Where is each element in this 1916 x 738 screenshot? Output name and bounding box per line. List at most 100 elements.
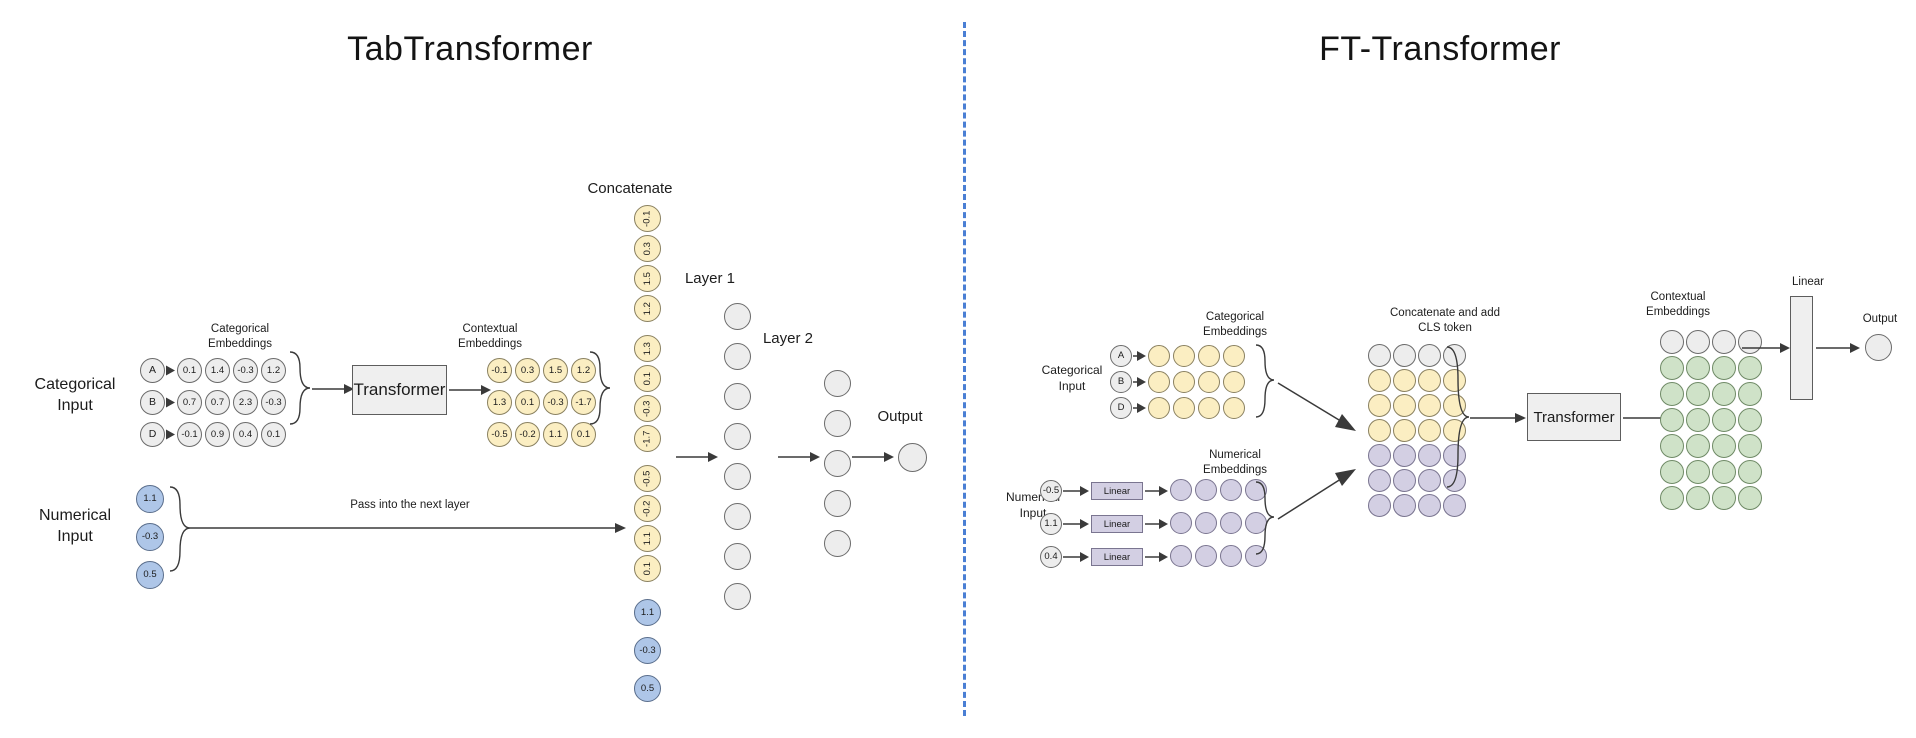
node-value: 1.2 xyxy=(641,301,653,316)
node-value: 0.1 xyxy=(576,428,591,440)
concat-node-categorical xyxy=(1368,419,1391,442)
ctx-node-token xyxy=(1660,382,1684,406)
layer1-unit xyxy=(724,423,751,450)
left-output-label: Output xyxy=(877,408,923,425)
linear-box-label: Linear xyxy=(1103,518,1131,530)
left-pass-label: Pass into the next layer xyxy=(350,499,470,511)
right-transformer-box[interactable]: Transformer xyxy=(1527,393,1621,441)
concat-node-numerical xyxy=(1443,494,1466,517)
ctx-node-token xyxy=(1660,356,1684,380)
ctx-node-token xyxy=(1712,356,1736,380)
ctx-node-token xyxy=(1686,460,1710,484)
node-value: 0.1 xyxy=(266,428,281,440)
numerical-input-node: -0.3 xyxy=(136,523,164,551)
layer1-unit xyxy=(724,543,751,570)
linear-box[interactable]: Linear xyxy=(1091,515,1143,533)
cat-embedding-node: -0.3 xyxy=(233,358,258,383)
layer2-unit xyxy=(824,450,851,477)
ctx-node-token xyxy=(1686,486,1710,510)
cat-embedding-node xyxy=(1198,397,1220,419)
concat-node-categorical xyxy=(1368,369,1391,392)
ctx-node-cls xyxy=(1712,330,1736,354)
concat-node: 1.2 xyxy=(634,295,661,322)
layer1-unit xyxy=(724,503,751,530)
node-value: D xyxy=(148,428,157,441)
ctx-node-token xyxy=(1738,356,1762,380)
layer2-unit xyxy=(824,530,851,557)
category-token: A xyxy=(1110,345,1132,367)
num-embedding-node xyxy=(1195,479,1217,501)
ctx-node-token xyxy=(1738,486,1762,510)
concat-node: 1.1 xyxy=(634,525,661,552)
category-token: D xyxy=(1110,397,1132,419)
concat-node-numerical xyxy=(1368,444,1391,467)
num-embedding-node xyxy=(1170,545,1192,567)
concat-node-categorical xyxy=(1393,369,1416,392)
left-layer2-label: Layer 2 xyxy=(762,330,814,347)
node-value: -0.3 xyxy=(141,531,159,543)
right-cat-brace xyxy=(1255,344,1275,418)
ctx-node-token xyxy=(1660,434,1684,458)
node-value: 1.1 xyxy=(640,606,655,618)
concat-node: 0.1 xyxy=(634,365,661,392)
concat-node-numerical xyxy=(1368,494,1391,517)
right-contextual-embeddings-label: Contextual Embeddings xyxy=(1646,291,1710,318)
num-embedding-node xyxy=(1220,545,1242,567)
concat-node-numerical xyxy=(1418,444,1441,467)
concat-node-categorical xyxy=(1418,394,1441,417)
cat-embedding-node: 0.9 xyxy=(205,422,230,447)
node-value: 0.3 xyxy=(520,364,535,376)
left-to-transformer-arrow xyxy=(312,384,354,394)
right-numerical-input-label: Numerical Input xyxy=(1005,490,1060,520)
left-concatenate-label: Concatenate xyxy=(587,180,673,197)
cat-embedding-node xyxy=(1198,345,1220,367)
ctx-node-cls xyxy=(1686,330,1710,354)
ctx-node-token xyxy=(1686,382,1710,406)
category-token: D xyxy=(140,422,165,447)
cat-embedding-node: 1.4 xyxy=(205,358,230,383)
node-value: 1.1 xyxy=(641,531,653,546)
left-contextual-embeddings-label: Contextual Embeddings xyxy=(458,323,522,350)
node-value: -0.1 xyxy=(641,210,653,227)
cat-embedding-node xyxy=(1148,371,1170,393)
linear-box[interactable]: Linear xyxy=(1091,548,1143,566)
concat-node-categorical xyxy=(1368,394,1391,417)
right-linear-box[interactable] xyxy=(1790,296,1813,400)
layer1-unit xyxy=(724,463,751,490)
node-value: 1.3 xyxy=(641,341,653,356)
node-value: 0.1 xyxy=(520,396,535,408)
node-value: 0.1 xyxy=(641,561,653,576)
cat-embedding-node: 2.3 xyxy=(233,390,258,415)
numerical-input-node: 1.1 xyxy=(1040,513,1062,535)
concat-node: 1.3 xyxy=(634,335,661,362)
concat-node: 0.5 xyxy=(634,675,661,702)
concat-node-numerical xyxy=(1393,494,1416,517)
right-categorical-embeddings-label: Categorical Embeddings xyxy=(1203,311,1267,338)
linear-box[interactable]: Linear xyxy=(1091,482,1143,500)
cat-embedding-node: 0.7 xyxy=(177,390,202,415)
ctx-node-token xyxy=(1660,408,1684,432)
node-value: 1.2 xyxy=(266,364,281,376)
concat-node-numerical xyxy=(1418,494,1441,517)
ctx-embedding-node: 0.1 xyxy=(515,390,540,415)
panel-divider xyxy=(963,22,966,716)
category-token: A xyxy=(140,358,165,383)
node-value: -0.5 xyxy=(491,428,508,440)
cat-embedding-node: 0.1 xyxy=(261,422,286,447)
concat-node-numerical xyxy=(1393,444,1416,467)
right-transformer-label: Transformer xyxy=(1533,408,1615,426)
node-value: -0.2 xyxy=(641,500,653,517)
concat-node-cls xyxy=(1393,344,1416,367)
ctx-embedding-node: 1.5 xyxy=(543,358,568,383)
left-transformer-box[interactable]: Transformer xyxy=(352,365,447,415)
cat-embedding-node: -0.3 xyxy=(261,390,286,415)
ctx-node-token xyxy=(1712,460,1736,484)
node-value: -0.3 xyxy=(641,400,653,417)
ctx-node-token xyxy=(1660,486,1684,510)
cat-embedding-node xyxy=(1223,397,1245,419)
left-transformer-label: Transformer xyxy=(353,380,446,399)
ctx-embedding-node: 1.3 xyxy=(487,390,512,415)
cat-embedding-node xyxy=(1223,371,1245,393)
concat-node: -0.5 xyxy=(634,465,661,492)
ctx-node-token xyxy=(1712,434,1736,458)
